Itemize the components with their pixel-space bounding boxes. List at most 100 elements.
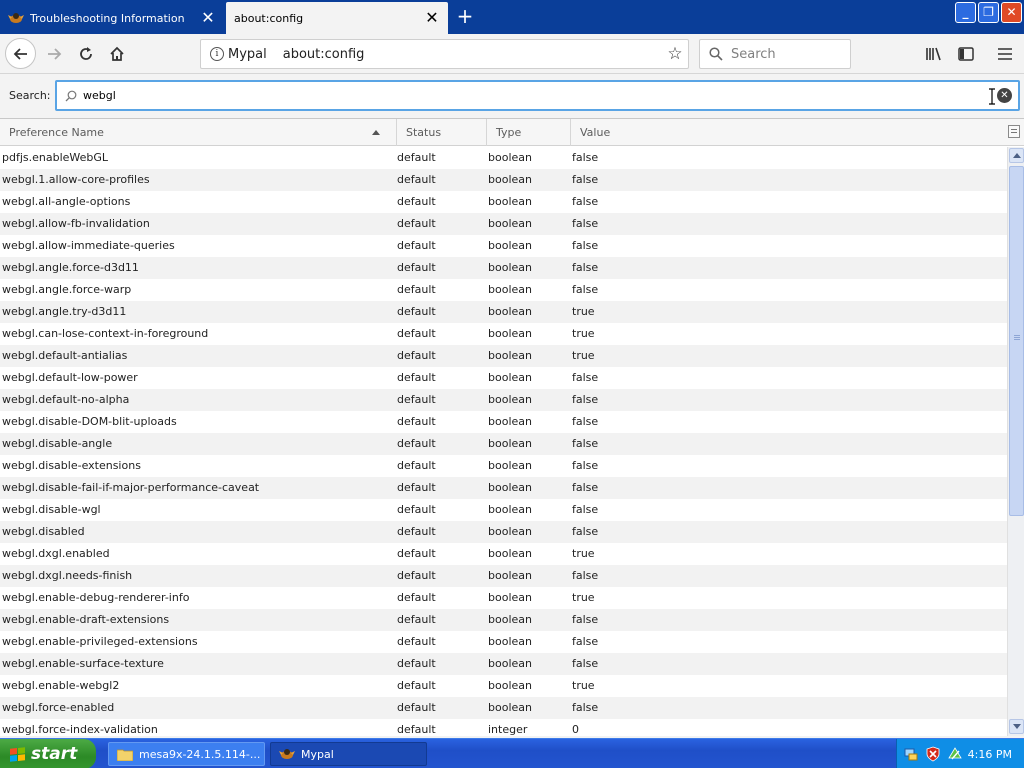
vertical-scrollbar[interactable] — [1007, 147, 1024, 736]
minimize-icon[interactable]: _ — [955, 2, 976, 23]
pref-name-cell: webgl.force-enabled — [2, 701, 115, 714]
pref-value-cell: true — [572, 591, 595, 604]
update-icon[interactable] — [947, 746, 963, 762]
pref-value-cell: false — [572, 393, 599, 406]
back-arrow-icon[interactable] — [5, 38, 36, 69]
url-text[interactable]: about:config — [283, 47, 662, 62]
table-row[interactable]: webgl.dxgl.enabled default boolean true — [0, 543, 1007, 565]
column-header-preference-name[interactable]: Preference Name — [0, 119, 397, 146]
pref-name-cell: pdfjs.enableWebGL — [2, 151, 109, 164]
table-row[interactable]: webgl.enable-draft-extensions default bool… — [0, 609, 1007, 631]
tab-close-icon[interactable]: ✕ — [422, 10, 442, 26]
pref-name-cell: webgl.force-index-validation — [2, 723, 158, 736]
navigation-toolbar: i Mypal about:config ☆ Search — [0, 34, 1024, 74]
forward-arrow-icon[interactable] — [40, 40, 68, 68]
taskbar-item-mypal[interactable]: Mypal — [270, 742, 427, 766]
tab-about-config[interactable]: about:config ✕ — [226, 2, 448, 34]
maximize-icon[interactable]: ❐ — [978, 2, 999, 23]
pref-type-cell: integer — [488, 723, 528, 736]
pref-value-cell: false — [572, 437, 599, 450]
pref-name-cell: webgl.all-angle-options — [2, 195, 131, 208]
plus-icon[interactable]: + — [452, 4, 478, 30]
table-row[interactable]: webgl.enable-webgl2 default boolean true — [0, 675, 1007, 697]
filter-value: webgl — [83, 89, 116, 102]
pref-status-cell: default — [397, 151, 436, 164]
column-header-type[interactable]: Type — [487, 119, 571, 146]
pref-type-cell: boolean — [488, 679, 532, 692]
pref-name-cell: webgl.angle.try-d3d11 — [2, 305, 127, 318]
table-row[interactable]: webgl.can-lose-context-in-foreground defa… — [0, 323, 1007, 345]
close-icon[interactable]: ✕ — [1001, 2, 1022, 23]
reload-icon[interactable] — [72, 40, 100, 68]
pref-type-cell: boolean — [488, 613, 532, 626]
table-row[interactable]: webgl.disable-extensions default boolean fa… — [0, 455, 1007, 477]
table-row[interactable]: webgl.allow-fb-invalidation default boolea… — [0, 213, 1007, 235]
clear-filter-icon[interactable]: ✕ — [997, 88, 1012, 103]
table-row[interactable]: webgl.1.allow-core-profiles default boolea… — [0, 169, 1007, 191]
sidebar-icon[interactable] — [954, 42, 978, 66]
scroll-up-icon[interactable] — [1009, 148, 1024, 163]
pref-status-cell: default — [397, 393, 436, 406]
pref-status-cell: default — [397, 679, 436, 692]
hamburger-menu-icon[interactable] — [993, 42, 1017, 66]
mypal-icon — [279, 747, 295, 761]
table-row[interactable]: webgl.force-enabled default boolean false — [0, 697, 1007, 719]
info-icon[interactable]: i — [210, 47, 224, 61]
pref-name-cell: webgl.allow-immediate-queries — [2, 239, 175, 252]
column-picker-icon[interactable] — [1008, 125, 1020, 138]
pref-name-cell: webgl.enable-debug-renderer-info — [2, 591, 190, 604]
start-button[interactable]: start — [0, 739, 96, 768]
tab-close-icon[interactable]: ✕ — [198, 10, 218, 26]
bookmark-star-icon[interactable]: ☆ — [662, 44, 688, 64]
table-row[interactable]: webgl.all-angle-options default boolean fal… — [0, 191, 1007, 213]
web-search-input[interactable]: Search — [699, 39, 851, 69]
pref-status-cell: default — [397, 701, 436, 714]
pref-value-cell: true — [572, 547, 595, 560]
table-row[interactable]: webgl.enable-debug-renderer-info default b… — [0, 587, 1007, 609]
table-row[interactable]: webgl.angle.force-d3d11 default boolean fal… — [0, 257, 1007, 279]
scrollbar-thumb[interactable] — [1009, 166, 1024, 516]
table-row[interactable]: webgl.disable-angle default boolean false — [0, 433, 1007, 455]
column-header-value[interactable]: Value — [571, 119, 1006, 146]
table-row[interactable]: webgl.angle.try-d3d11 default boolean true — [0, 301, 1007, 323]
column-header-status[interactable]: Status — [397, 119, 487, 146]
table-row[interactable]: webgl.enable-surface-texture default boole… — [0, 653, 1007, 675]
pref-type-cell: boolean — [488, 327, 532, 340]
table-row[interactable]: webgl.default-antialias default boolean tru… — [0, 345, 1007, 367]
table-row[interactable]: pdfjs.enableWebGL default boolean false — [0, 147, 1007, 169]
pref-status-cell: default — [397, 261, 436, 274]
address-bar[interactable]: i Mypal about:config ☆ — [200, 39, 689, 69]
scroll-down-icon[interactable] — [1009, 719, 1024, 734]
table-row[interactable]: webgl.angle.force-warp default boolean fals… — [0, 279, 1007, 301]
pref-value-cell: false — [572, 239, 599, 252]
network-icon[interactable] — [903, 746, 919, 762]
taskbar-item-folder[interactable]: mesa9x-24.1.5.114-... — [108, 742, 265, 766]
table-row[interactable]: webgl.disable-wgl default boolean false — [0, 499, 1007, 521]
pref-status-cell: default — [397, 327, 436, 340]
mypal-logo-icon — [8, 10, 24, 26]
pref-value-cell: false — [572, 569, 599, 582]
identity-label: Mypal — [228, 46, 267, 62]
home-icon[interactable] — [103, 40, 131, 68]
table-row[interactable]: webgl.disable-DOM-blit-uploads default boo… — [0, 411, 1007, 433]
pref-name-cell: webgl.disable-extensions — [2, 459, 141, 472]
table-row[interactable]: webgl.default-no-alpha default boolean fals… — [0, 389, 1007, 411]
config-search-input[interactable]: webgl ✕ — [55, 80, 1020, 111]
table-row[interactable]: webgl.disabled default boolean false — [0, 521, 1007, 543]
pref-value-cell: false — [572, 261, 599, 274]
table-row[interactable]: webgl.allow-immediate-queries default bool… — [0, 235, 1007, 257]
library-icon[interactable] — [922, 42, 946, 66]
security-shield-icon[interactable] — [925, 746, 941, 762]
table-row[interactable]: webgl.default-low-power default boolean fal… — [0, 367, 1007, 389]
tab-troubleshooting[interactable]: Troubleshooting Information ✕ — [0, 2, 224, 34]
table-row[interactable]: webgl.enable-privileged-extensions defaul… — [0, 631, 1007, 653]
pref-type-cell: boolean — [488, 371, 532, 384]
table-row[interactable]: webgl.force-index-validation default integ… — [0, 719, 1007, 736]
table-row[interactable]: webgl.dxgl.needs-finish default boolean fal… — [0, 565, 1007, 587]
pref-type-cell: boolean — [488, 305, 532, 318]
pref-type-cell: boolean — [488, 569, 532, 582]
table-row[interactable]: webgl.disable-fail-if-major-performance-… — [0, 477, 1007, 499]
pref-status-cell: default — [397, 481, 436, 494]
pref-type-cell: boolean — [488, 547, 532, 560]
search-placeholder: Search — [731, 46, 776, 62]
